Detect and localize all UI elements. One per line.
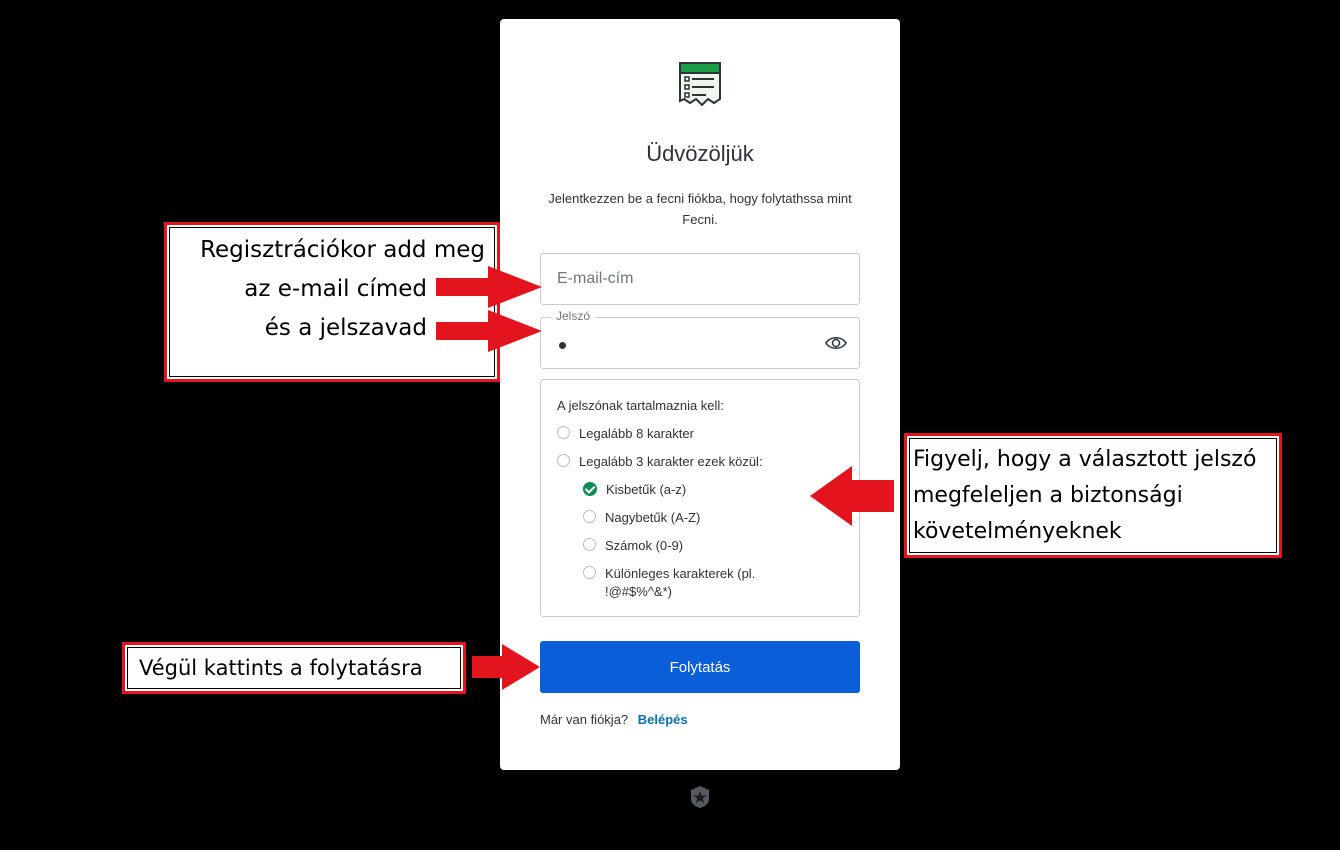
annotation-requirements: Figyelj, hogy a választott jelszó megfel… [904, 433, 1282, 558]
arrow-left-icon [810, 466, 894, 526]
login-prompt: Már van fiókja? [540, 712, 629, 727]
page-title: Üdvözöljük [646, 141, 754, 166]
requirement-item: Számok (0-9) [583, 537, 683, 555]
requirement-label: Legalább 3 karakter ezek közül: [579, 454, 763, 469]
requirement-label: Legalább 8 karakter [579, 426, 694, 441]
unchecked-circle-icon [583, 566, 596, 579]
requirement-item: Legalább 8 karakter [557, 425, 694, 443]
fecni-logo-icon [679, 62, 721, 107]
password-mask [559, 342, 566, 349]
eye-icon[interactable] [825, 333, 847, 353]
requirement-item: Nagybetűk (A-Z) [583, 509, 700, 527]
requirement-label: Nagybetűk (A-Z) [605, 510, 701, 525]
login-card: Üdvözöljük Jelentkezzen be a fecni fiókb… [500, 19, 900, 770]
login-prompt-row: Már van fiókja? Belépés [540, 712, 688, 727]
requirement-item: Legalább 3 karakter ezek közül: [557, 453, 763, 471]
login-link[interactable]: Belépés [638, 712, 688, 727]
password-label: Jelszó [551, 309, 596, 323]
page-subtitle: Jelentkezzen be a fecni fiókba, hogy fol… [548, 191, 852, 227]
requirement-label: Kisbetűk (a-z) [606, 482, 687, 497]
requirement-item: Kisbetűk (a-z) [583, 481, 686, 499]
annotation-line: Végül kattints a folytatásra [139, 656, 423, 680]
annotation-line: Regisztrációkor add meg [200, 237, 485, 263]
continue-button[interactable]: Folytatás [540, 641, 860, 693]
arrow-right-icon [472, 644, 540, 690]
annotation-continue: Végül kattints a folytatásra [122, 642, 466, 694]
arrow-right-icon [436, 266, 542, 308]
requirement-item: Különleges karakterek (pl. !@#$%^&*) [583, 565, 793, 601]
annotation-line: Figyelj, hogy a választott jelszó [913, 447, 1257, 472]
password-field[interactable]: Jelszó [540, 309, 860, 369]
unchecked-circle-icon [583, 510, 596, 523]
arrow-right-icon [436, 310, 542, 352]
unchecked-circle-icon [557, 426, 570, 439]
requirement-label: Különleges karakterek (pl. !@#$%^&*) [605, 566, 756, 599]
annotation-line: követelményeknek [913, 519, 1122, 544]
email-field[interactable] [540, 253, 860, 305]
unchecked-circle-icon [583, 538, 596, 551]
auth0-badge-icon [691, 786, 709, 808]
requirements-heading: A jelszónak tartalmaznia kell: [557, 398, 724, 413]
check-circle-icon [583, 482, 597, 496]
annotation-line: megfeleljen a biztonsági [913, 483, 1183, 508]
requirement-label: Számok (0-9) [605, 538, 684, 553]
email-input[interactable] [557, 254, 827, 304]
unchecked-circle-icon [557, 454, 570, 467]
